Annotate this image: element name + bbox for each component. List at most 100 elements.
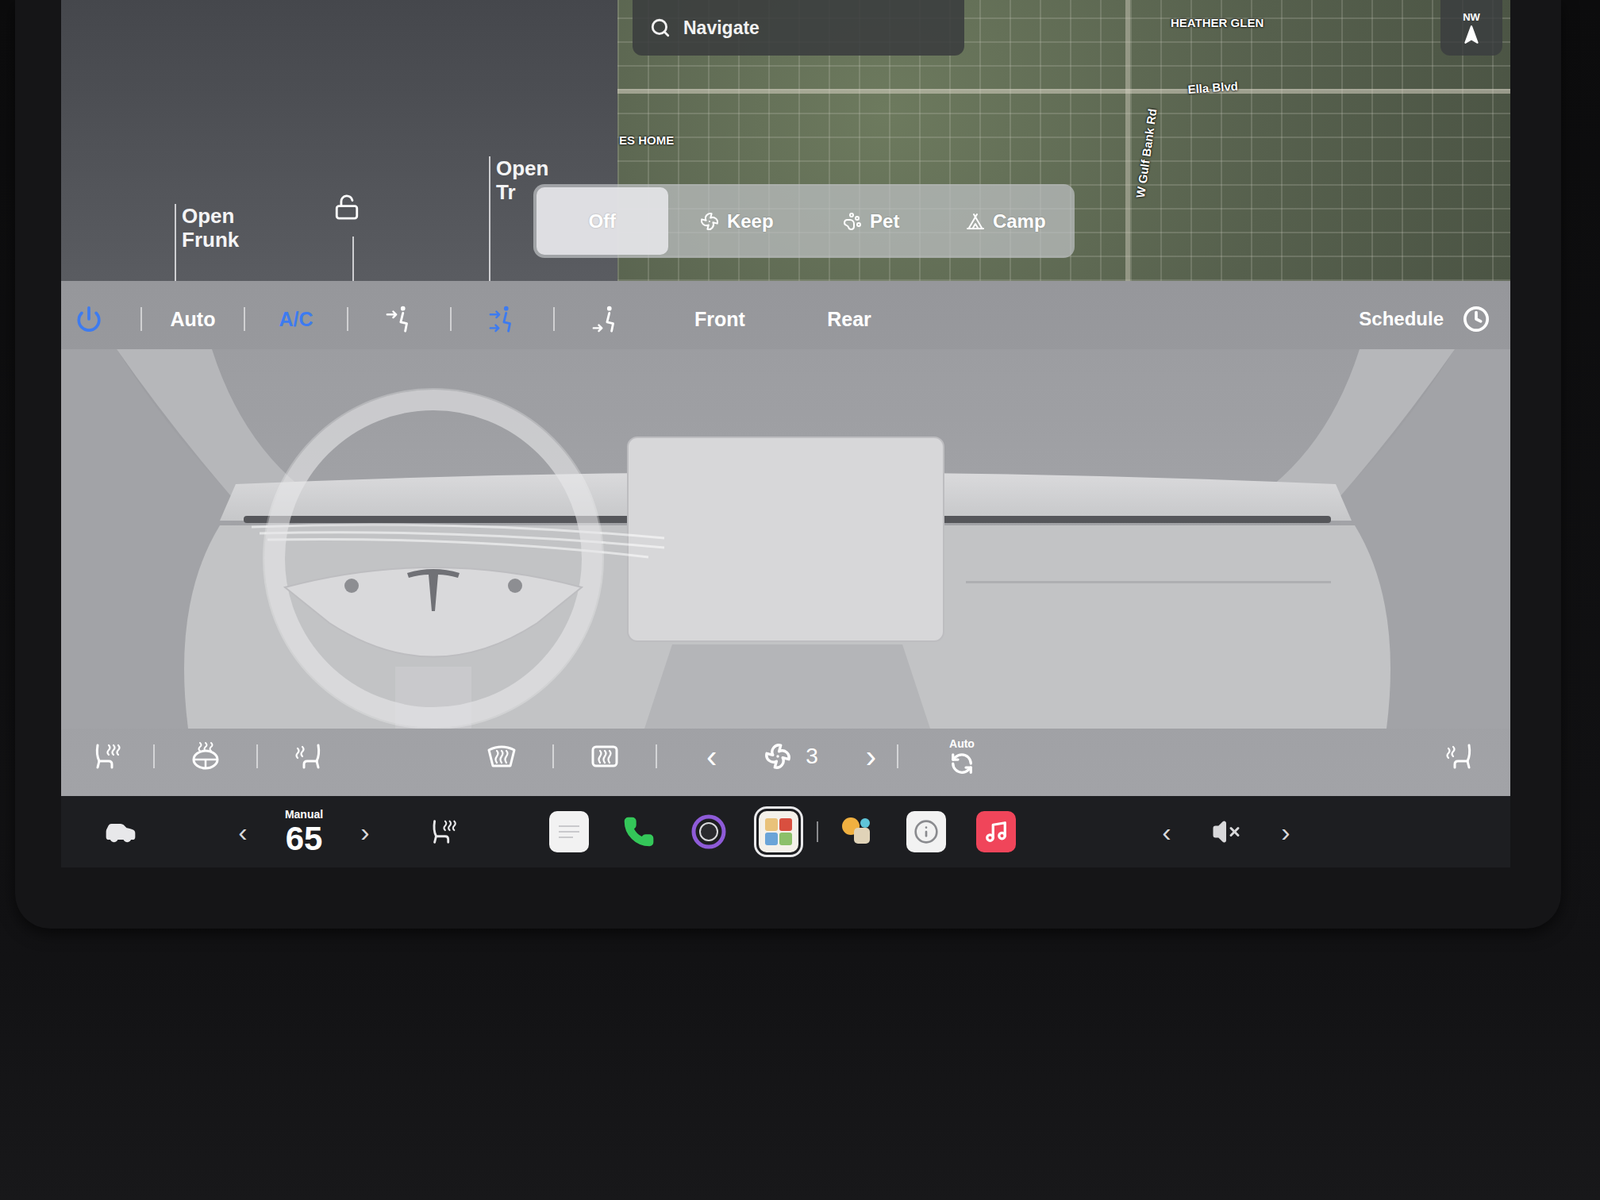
separator bbox=[896, 744, 899, 769]
fan-speed-control: ‹ 3 › bbox=[698, 738, 885, 774]
camera-app-icon[interactable] bbox=[688, 811, 729, 853]
volume-button[interactable] bbox=[1190, 817, 1262, 847]
airflow-button[interactable] bbox=[348, 303, 450, 335]
front-defrost-icon bbox=[485, 740, 518, 773]
tesla-logo-icon bbox=[407, 569, 460, 612]
rear-defrost-icon bbox=[588, 740, 621, 773]
callout-line bbox=[174, 203, 177, 281]
cabin-illustration bbox=[61, 349, 1511, 729]
app-launcher[interactable] bbox=[961, 811, 1031, 853]
volume-decrease-button[interactable]: ‹ bbox=[1142, 816, 1191, 848]
climate-top-row: AutoA/C FrontRear Schedule bbox=[61, 288, 1511, 350]
seat-control-button[interactable] bbox=[154, 740, 257, 773]
paw-icon bbox=[842, 211, 862, 231]
zone-tab[interactable]: Front bbox=[656, 307, 784, 331]
steering-heat-icon[interactable] bbox=[189, 740, 222, 773]
volume-increase-button[interactable]: › bbox=[1261, 816, 1310, 848]
callout-line bbox=[352, 236, 354, 281]
separator bbox=[553, 307, 555, 331]
keep-fan-icon bbox=[700, 211, 720, 231]
compass-button[interactable]: NW bbox=[1440, 0, 1503, 56]
fan-decrease-button[interactable]: ‹ bbox=[698, 738, 725, 774]
temperature-display[interactable]: Manual65 bbox=[266, 808, 342, 856]
recirculate-button[interactable]: Auto bbox=[911, 737, 1013, 776]
app-launcher[interactable] bbox=[603, 811, 674, 853]
app-launcher[interactable] bbox=[891, 811, 962, 853]
keep-climate-menu: OffKeepPetCamp bbox=[533, 184, 1075, 258]
keep-mode-option[interactable]: Off bbox=[536, 187, 669, 255]
lock-button[interactable] bbox=[333, 193, 361, 221]
climate-toggle[interactable]: Auto bbox=[142, 307, 244, 331]
airflow-icon bbox=[590, 303, 621, 335]
separator bbox=[140, 307, 143, 331]
clock-icon bbox=[1462, 305, 1490, 333]
seat-heater-button[interactable] bbox=[411, 816, 476, 847]
map-label: W Gulf Bank Rd bbox=[1133, 107, 1160, 200]
separator bbox=[243, 307, 246, 331]
screen-bezel: Open FrunkOpen TrHEATHER GLENElla BlvdES… bbox=[15, 0, 1562, 929]
airflow-button[interactable] bbox=[554, 303, 657, 335]
power-button[interactable] bbox=[61, 305, 141, 333]
airflow-icon bbox=[384, 303, 415, 335]
recirculate-icon bbox=[950, 751, 974, 776]
fan-speed: 3 bbox=[805, 743, 819, 770]
seat-heater-icon bbox=[428, 816, 459, 847]
temp-increase-button[interactable]: › bbox=[341, 816, 389, 848]
seat-heat-icon[interactable] bbox=[91, 740, 124, 773]
phone-app-icon[interactable] bbox=[619, 811, 659, 853]
callout-line bbox=[488, 156, 491, 281]
car-callout-button[interactable]: Open Frunk bbox=[181, 203, 293, 252]
climate-panel: AutoA/CFrontRearSchedule‹3›Auto bbox=[61, 280, 1511, 797]
notes-app-icon[interactable] bbox=[549, 811, 589, 853]
page: Open FrunkOpen TrHEATHER GLENElla BlvdES… bbox=[0, 0, 1600, 1200]
fan-icon bbox=[764, 742, 792, 770]
tent-icon bbox=[965, 211, 985, 231]
music-app-icon[interactable] bbox=[976, 811, 1016, 853]
map-label: ES HOME bbox=[619, 133, 674, 147]
arcade-app-icon[interactable] bbox=[836, 811, 877, 853]
volume-muted-icon bbox=[1211, 817, 1241, 847]
app-launcher[interactable] bbox=[534, 811, 604, 853]
passenger-seat-heat-button[interactable] bbox=[1408, 740, 1511, 773]
defrost-button[interactable] bbox=[553, 740, 656, 773]
climate-toggle[interactable]: A/C bbox=[245, 307, 347, 331]
cabin-view bbox=[61, 349, 1511, 729]
taskbar: ‹Manual65›‹› bbox=[61, 796, 1511, 868]
manual-app-icon[interactable] bbox=[906, 811, 947, 853]
top-section: Open FrunkOpen TrHEATHER GLENElla BlvdES… bbox=[61, 0, 1511, 281]
separator bbox=[655, 744, 658, 769]
car-button[interactable] bbox=[61, 815, 181, 848]
separator bbox=[153, 744, 155, 769]
lock-open-icon bbox=[333, 193, 361, 221]
compass-arrow-icon bbox=[1461, 24, 1482, 46]
temp-decrease-button[interactable]: ‹ bbox=[219, 816, 267, 848]
map-label: HEATHER GLEN bbox=[1170, 15, 1264, 30]
separator bbox=[346, 307, 349, 331]
toybox-app-icon[interactable] bbox=[758, 811, 799, 853]
taskbar-divider bbox=[816, 821, 819, 843]
keep-mode-option[interactable]: Keep bbox=[671, 187, 804, 255]
airflow-button[interactable] bbox=[451, 303, 554, 335]
seat-control-button[interactable] bbox=[61, 740, 154, 773]
search-icon bbox=[650, 17, 671, 39]
map-label: Ella Blvd bbox=[1187, 79, 1239, 97]
airflow-icon bbox=[487, 303, 518, 335]
navigate-search[interactable]: Navigate bbox=[632, 0, 965, 56]
app-launcher[interactable] bbox=[673, 811, 744, 853]
fan-increase-button[interactable]: › bbox=[857, 738, 885, 774]
separator bbox=[450, 307, 452, 331]
car-icon bbox=[104, 815, 137, 848]
schedule-button[interactable]: Schedule bbox=[1358, 305, 1511, 333]
climate-bottom-row: ‹ 3 › Auto bbox=[61, 728, 1511, 785]
seat-control-button[interactable] bbox=[257, 740, 360, 773]
passenger-seat-heat-icon bbox=[1443, 740, 1476, 773]
zone-tab[interactable]: Rear bbox=[785, 307, 913, 331]
power-icon bbox=[75, 305, 103, 333]
app-launcher[interactable] bbox=[743, 811, 814, 853]
seat-vent-icon[interactable] bbox=[292, 740, 325, 773]
keep-mode-option[interactable]: Pet bbox=[805, 187, 938, 255]
touchscreen: Open FrunkOpen TrHEATHER GLENElla BlvdES… bbox=[61, 0, 1511, 868]
app-launcher[interactable] bbox=[821, 811, 892, 853]
keep-mode-option[interactable]: Camp bbox=[940, 187, 1073, 255]
defrost-button[interactable] bbox=[450, 740, 553, 773]
